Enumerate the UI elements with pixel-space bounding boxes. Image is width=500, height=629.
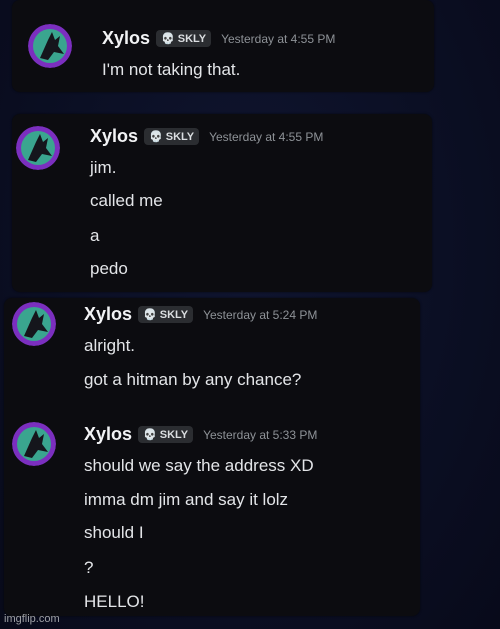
dragon-avatar-icon <box>28 24 72 68</box>
skull-icon: 💀 <box>143 429 157 441</box>
message-line: should I <box>84 523 144 542</box>
message-line: alright. <box>84 336 136 355</box>
avatar[interactable] <box>28 24 72 68</box>
username[interactable]: Xylos <box>84 304 132 325</box>
timestamp: Yesterday at 5:33 PM <box>203 427 318 442</box>
timestamp: Yesterday at 4:55 PM <box>221 31 336 46</box>
avatar[interactable] <box>16 126 60 170</box>
watermark: imgflip.com <box>4 613 60 625</box>
server-tag-badge[interactable]: 💀 SKLY <box>144 128 200 145</box>
timestamp: Yesterday at 4:55 PM <box>209 129 324 144</box>
skull-icon: 💀 <box>143 309 157 321</box>
dragon-avatar-icon <box>16 126 60 170</box>
message-card-3: Xylos 💀 SKLY Yesterday at 5:24 PM alright… <box>4 298 420 616</box>
avatar[interactable] <box>12 422 56 466</box>
message-line: a <box>90 226 100 245</box>
username[interactable]: Xylos <box>102 28 150 49</box>
server-tag-badge[interactable]: 💀 SKLY <box>138 426 194 443</box>
username[interactable]: Xylos <box>90 126 138 147</box>
message-line: called me <box>90 191 163 210</box>
dragon-avatar-icon <box>12 422 56 466</box>
message-line: ? <box>84 558 94 577</box>
dragon-avatar-icon <box>12 302 56 346</box>
message-line: HELLO! <box>84 592 145 611</box>
message-line: jim. <box>90 158 117 177</box>
message-line: I'm not taking that. <box>102 60 241 79</box>
message-line: imma dm jim and say it lolz <box>84 490 289 509</box>
message-line: should we say the address XD <box>84 456 314 475</box>
message-line: got a hitman by any chance? <box>84 370 302 389</box>
server-tag-badge[interactable]: 💀 SKLY <box>156 30 212 47</box>
timestamp: Yesterday at 5:24 PM <box>203 307 318 322</box>
skull-icon: 💀 <box>161 33 175 45</box>
message-line: pedo <box>90 259 128 278</box>
skull-icon: 💀 <box>149 131 163 143</box>
server-tag-badge[interactable]: 💀 SKLY <box>138 306 194 323</box>
username[interactable]: Xylos <box>84 424 132 445</box>
message-card-2: Xylos 💀 SKLY Yesterday at 4:55 PM jim. ca… <box>12 114 432 292</box>
message-card-1: Xylos 💀 SKLY Yesterday at 4:55 PM I'm not… <box>12 0 434 92</box>
avatar[interactable] <box>12 302 56 346</box>
